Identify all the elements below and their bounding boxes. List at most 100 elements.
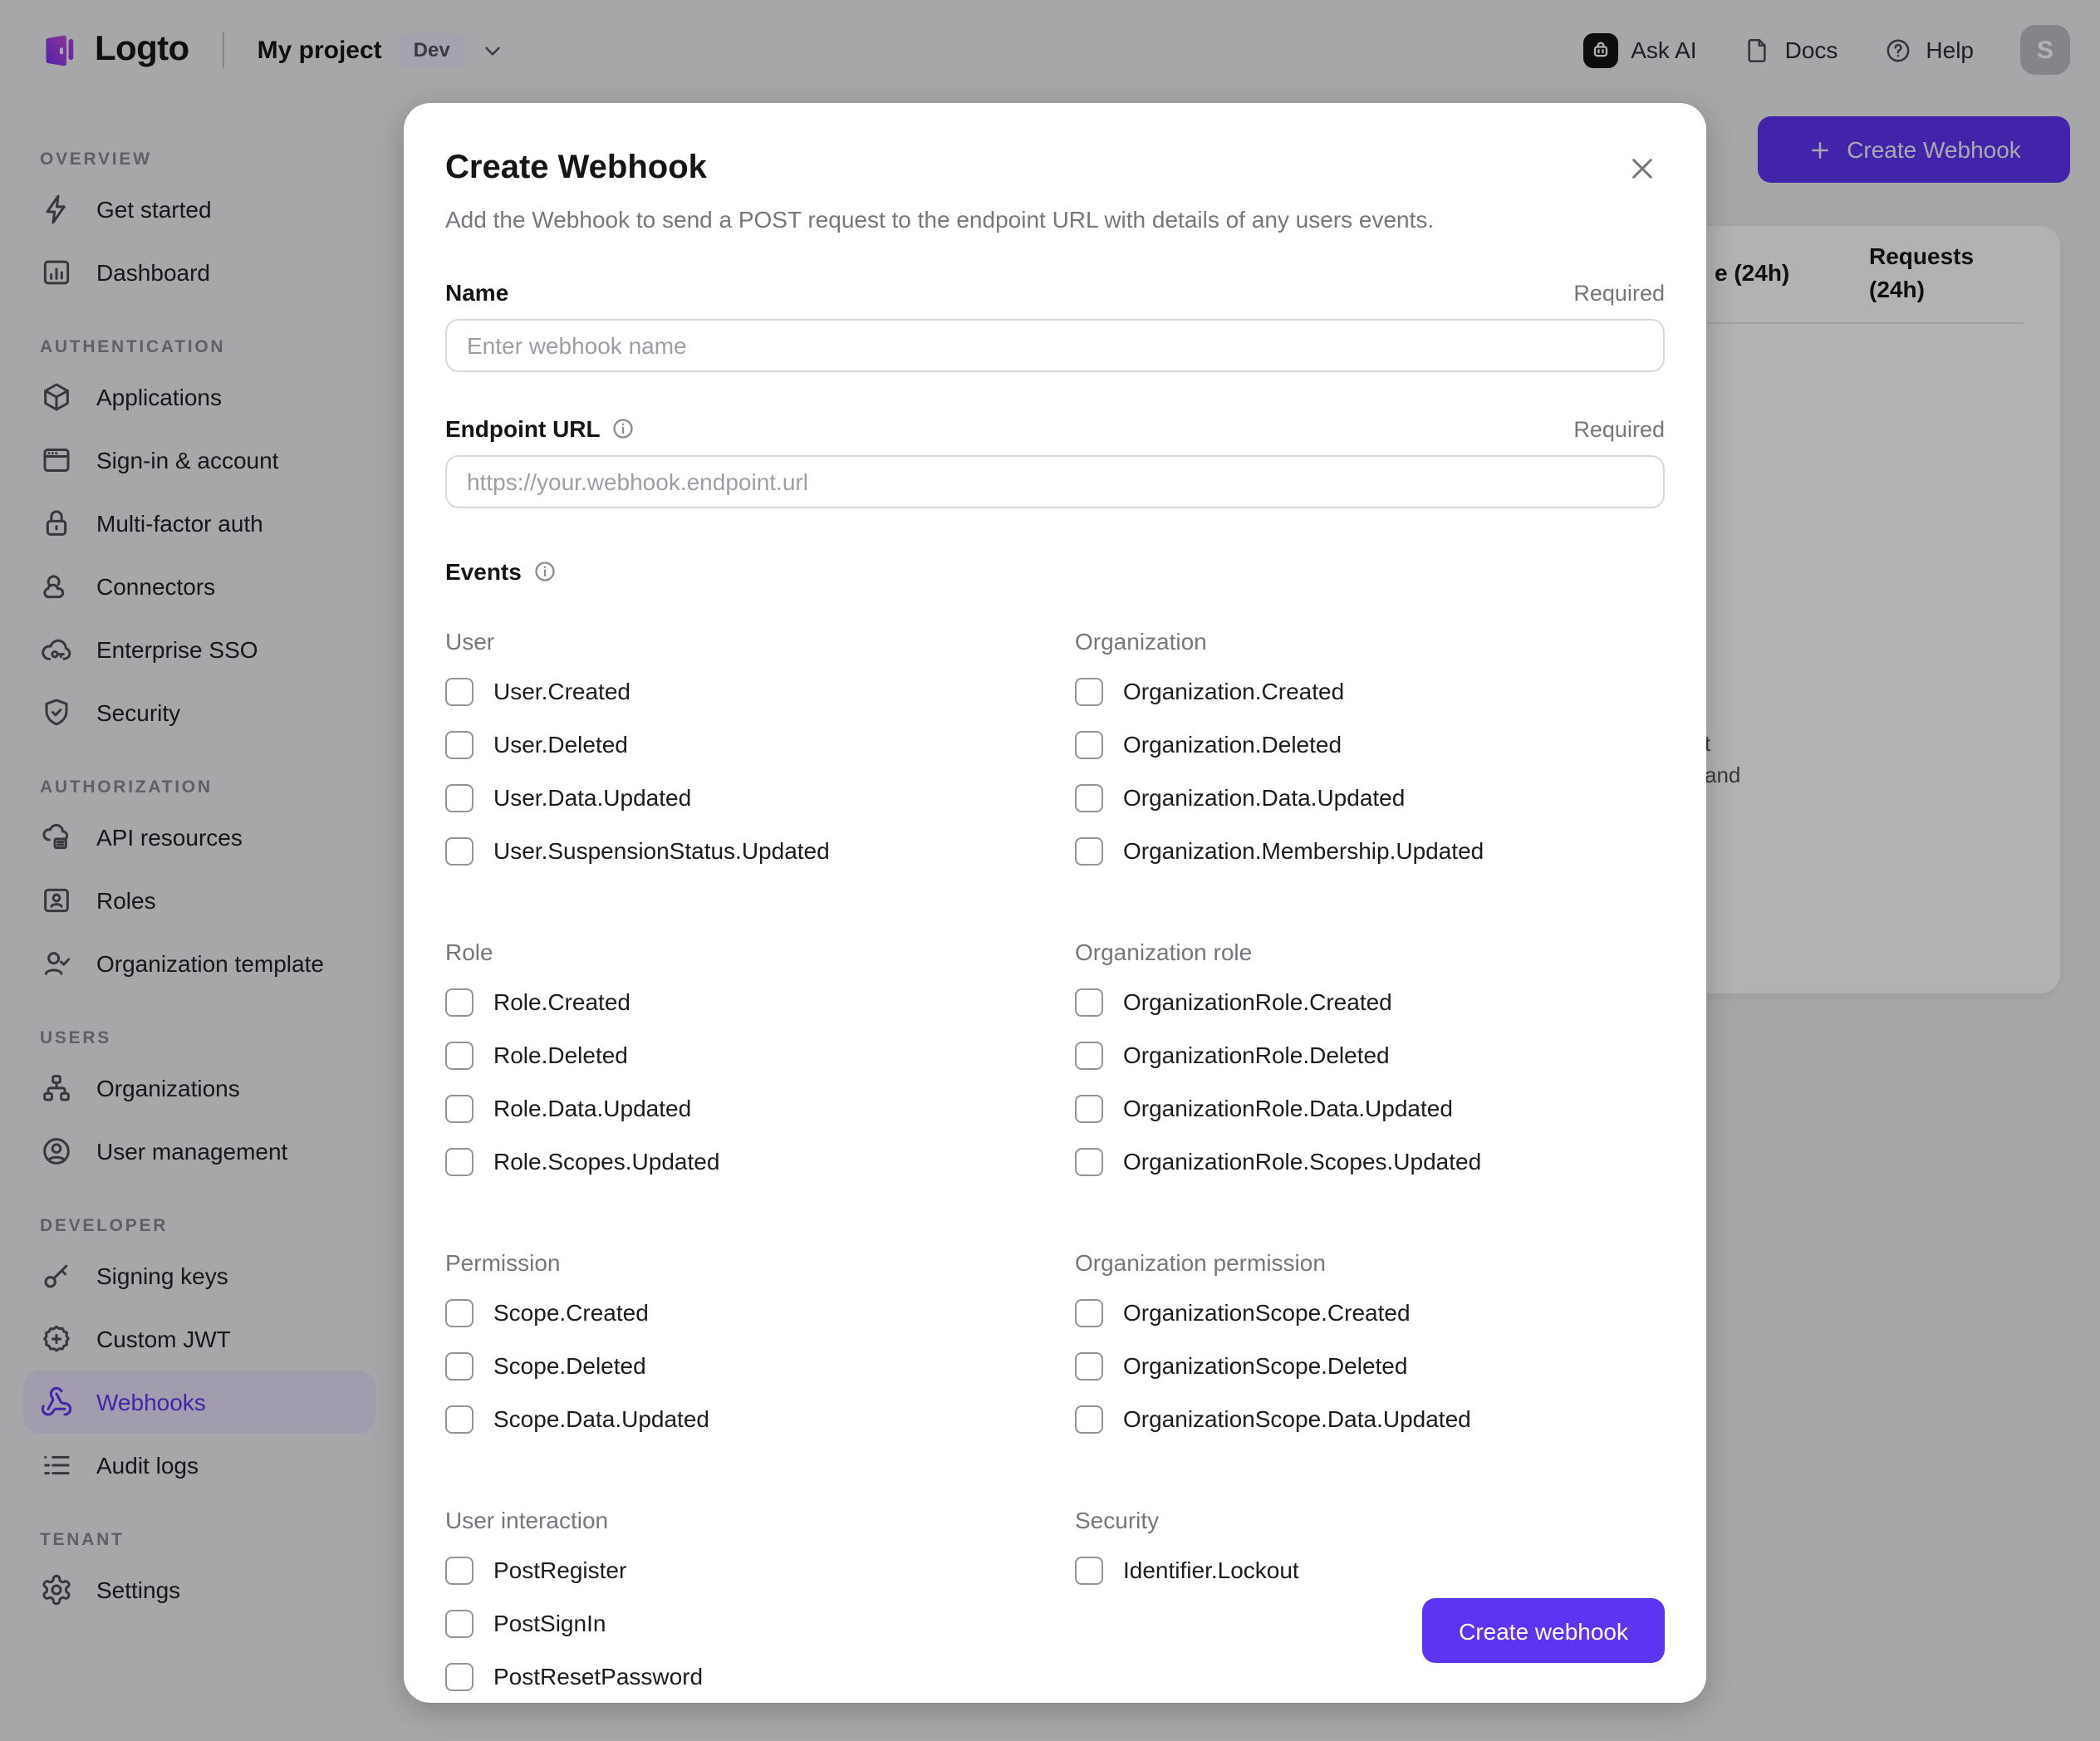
event-checkbox-label: Role.Scopes.Updated: [493, 1148, 720, 1175]
event-checkbox-row[interactable]: Organization.Created: [1075, 665, 1665, 718]
event-group-title: Organization: [1075, 628, 1207, 655]
modal-title: Create Webhook: [445, 150, 707, 186]
checkbox-unchecked-icon[interactable]: [1075, 1351, 1103, 1380]
info-icon[interactable]: [533, 560, 557, 583]
event-group: User User.Created User.Deleted User.Data…: [445, 595, 1035, 877]
create-webhook-submit-button[interactable]: Create webhook: [1422, 1598, 1665, 1663]
checkbox-unchecked-icon[interactable]: [1075, 1298, 1103, 1327]
event-checkbox-row[interactable]: OrganizationScope.Data.Updated: [1075, 1392, 1665, 1445]
create-webhook-modal: Create Webhook Add the Webhook to send a…: [404, 103, 1706, 1703]
event-group: Permission Scope.Created Scope.Deleted S…: [445, 1216, 1035, 1445]
info-icon[interactable]: [612, 417, 635, 440]
event-checkbox-row[interactable]: User.Created: [445, 665, 1035, 718]
event-checkbox-row[interactable]: OrganizationScope.Deleted: [1075, 1339, 1665, 1392]
checkbox-unchecked-icon[interactable]: [445, 730, 473, 758]
event-checkbox-row[interactable]: Scope.Deleted: [445, 1339, 1035, 1392]
event-group: Security Identifier.Lockout: [1075, 1474, 1665, 1703]
close-icon[interactable]: [1623, 150, 1661, 188]
event-group: Organization Organization.Created Organi…: [1075, 595, 1665, 877]
checkbox-unchecked-icon[interactable]: [1075, 1405, 1103, 1433]
create-webhook-submit-label: Create webhook: [1459, 1617, 1628, 1644]
event-group: Organization role OrganizationRole.Creat…: [1075, 905, 1665, 1188]
event-checkbox-row[interactable]: Role.Data.Updated: [445, 1081, 1035, 1135]
checkbox-unchecked-icon[interactable]: [1075, 1556, 1103, 1584]
event-checkbox-row[interactable]: Role.Deleted: [445, 1028, 1035, 1081]
endpoint-url-label: Endpoint URL: [445, 415, 601, 442]
event-checkbox-row[interactable]: User.Data.Updated: [445, 771, 1035, 824]
event-checkbox-label: User.Created: [493, 678, 630, 704]
event-checkbox-label: Scope.Created: [493, 1299, 649, 1326]
checkbox-unchecked-icon[interactable]: [445, 1351, 473, 1380]
event-group-title: Security: [1075, 1507, 1160, 1533]
checkbox-unchecked-icon[interactable]: [445, 1041, 473, 1069]
name-field-group: Name Required: [445, 279, 1665, 372]
checkbox-unchecked-icon[interactable]: [445, 836, 473, 865]
events-label: Events: [445, 558, 522, 585]
event-checkbox-label: OrganizationScope.Deleted: [1123, 1352, 1408, 1379]
checkbox-unchecked-icon[interactable]: [1075, 836, 1103, 865]
event-checkbox-label: OrganizationScope.Created: [1123, 1299, 1411, 1326]
event-checkbox-label: OrganizationRole.Data.Updated: [1123, 1095, 1453, 1121]
event-checkbox-row[interactable]: PostSignIn: [445, 1596, 1035, 1650]
event-checkbox-label: OrganizationRole.Created: [1123, 988, 1392, 1015]
event-checkbox-row[interactable]: OrganizationRole.Created: [1075, 975, 1665, 1028]
event-group-title: Organization role: [1075, 939, 1253, 965]
event-checkbox-row[interactable]: PostResetPassword: [445, 1650, 1035, 1703]
event-checkbox-row[interactable]: User.Deleted: [445, 718, 1035, 771]
event-checkbox-label: OrganizationScope.Data.Updated: [1123, 1405, 1471, 1432]
event-checkbox-label: Scope.Data.Updated: [493, 1405, 709, 1432]
event-checkbox-row[interactable]: Scope.Created: [445, 1286, 1035, 1339]
checkbox-unchecked-icon[interactable]: [1075, 783, 1103, 812]
event-group-title: Permission: [445, 1249, 561, 1276]
event-checkbox-row[interactable]: Role.Created: [445, 975, 1035, 1028]
event-checkbox-label: Role.Created: [493, 988, 630, 1015]
checkbox-unchecked-icon[interactable]: [445, 1662, 473, 1690]
checkbox-unchecked-icon[interactable]: [445, 1609, 473, 1637]
event-checkbox-row[interactable]: Organization.Deleted: [1075, 718, 1665, 771]
checkbox-unchecked-icon[interactable]: [445, 783, 473, 812]
event-checkbox-label: Organization.Data.Updated: [1123, 784, 1406, 811]
event-checkbox-row[interactable]: Role.Scopes.Updated: [445, 1135, 1035, 1188]
event-checkbox-row[interactable]: Scope.Data.Updated: [445, 1392, 1035, 1445]
checkbox-unchecked-icon[interactable]: [445, 1147, 473, 1175]
checkbox-unchecked-icon[interactable]: [445, 1298, 473, 1327]
checkbox-unchecked-icon[interactable]: [1075, 730, 1103, 758]
event-checkbox-row[interactable]: Organization.Membership.Updated: [1075, 824, 1665, 877]
event-group-title: Organization permission: [1075, 1249, 1326, 1276]
event-checkbox-row[interactable]: OrganizationRole.Deleted: [1075, 1028, 1665, 1081]
checkbox-unchecked-icon[interactable]: [1075, 1094, 1103, 1122]
name-label: Name: [445, 279, 509, 306]
event-checkbox-label: User.Data.Updated: [493, 784, 692, 811]
event-group: User interaction PostRegister PostSignIn: [445, 1474, 1035, 1703]
name-required-badge: Required: [1573, 280, 1665, 305]
modal-description: Add the Webhook to send a POST request t…: [445, 206, 1435, 233]
checkbox-unchecked-icon[interactable]: [1075, 1041, 1103, 1069]
event-group-title: User interaction: [445, 1507, 609, 1533]
event-checkbox-label: Identifier.Lockout: [1123, 1557, 1299, 1583]
checkbox-unchecked-icon[interactable]: [445, 677, 473, 705]
event-checkbox-label: User.Deleted: [493, 731, 628, 758]
endpoint-url-input[interactable]: [445, 455, 1665, 508]
app-root: Logto My project Dev Ask AI Docs Help S …: [0, 0, 2100, 1741]
checkbox-unchecked-icon[interactable]: [1075, 677, 1103, 705]
event-checkbox-label: Role.Deleted: [493, 1042, 628, 1068]
event-group: Role Role.Created Role.Deleted Role.Data…: [445, 905, 1035, 1188]
event-checkbox-row[interactable]: OrganizationScope.Created: [1075, 1286, 1665, 1339]
checkbox-unchecked-icon[interactable]: [1075, 988, 1103, 1016]
checkbox-unchecked-icon[interactable]: [445, 1556, 473, 1584]
event-group-title: Role: [445, 939, 493, 965]
checkbox-unchecked-icon[interactable]: [1075, 1147, 1103, 1175]
event-checkbox-label: Role.Data.Updated: [493, 1095, 692, 1121]
checkbox-unchecked-icon[interactable]: [445, 988, 473, 1016]
event-checkbox-row[interactable]: PostRegister: [445, 1543, 1035, 1596]
checkbox-unchecked-icon[interactable]: [445, 1094, 473, 1122]
webhook-name-input[interactable]: [445, 319, 1665, 372]
checkbox-unchecked-icon[interactable]: [445, 1405, 473, 1433]
event-group: Organization permission OrganizationScop…: [1075, 1216, 1665, 1445]
event-checkbox-label: User.SuspensionStatus.Updated: [493, 837, 830, 864]
event-checkbox-row[interactable]: OrganizationRole.Scopes.Updated: [1075, 1135, 1665, 1188]
event-checkbox-row[interactable]: OrganizationRole.Data.Updated: [1075, 1081, 1665, 1135]
event-checkbox-row[interactable]: Identifier.Lockout: [1075, 1543, 1665, 1596]
event-checkbox-row[interactable]: User.SuspensionStatus.Updated: [445, 824, 1035, 877]
event-checkbox-row[interactable]: Organization.Data.Updated: [1075, 771, 1665, 824]
